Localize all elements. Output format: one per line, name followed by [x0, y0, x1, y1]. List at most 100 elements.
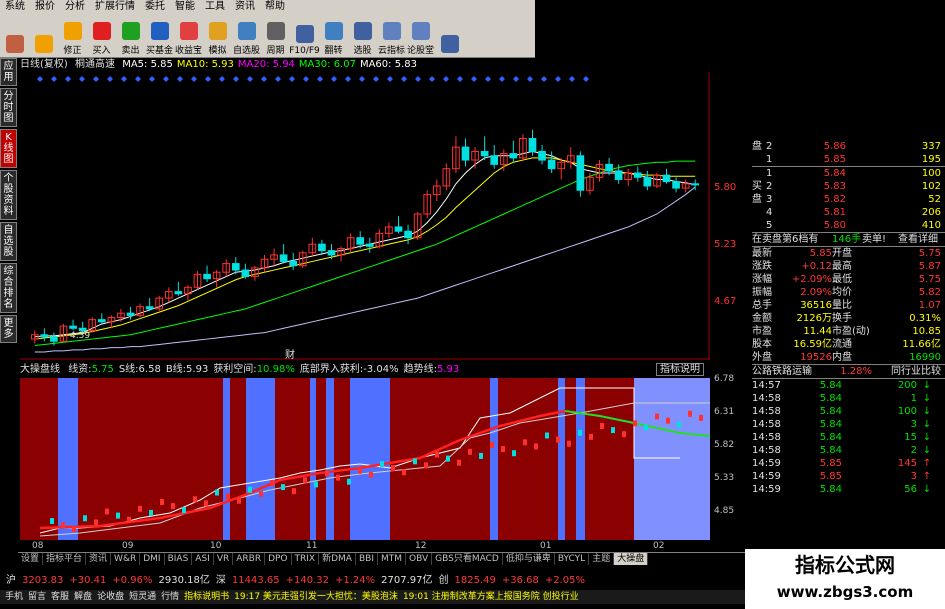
indicator-tab[interactable]: 资讯: [86, 553, 112, 565]
toolbar-button[interactable]: 修正: [58, 14, 87, 58]
sell-order-button[interactable]: 卖单!: [862, 233, 898, 246]
status-item[interactable]: 19:01 注册制改革方案上报国务院 创投行业: [403, 590, 579, 604]
menu-item[interactable]: 帮助: [260, 0, 290, 14]
toolbar-button[interactable]: 收益宝: [174, 14, 203, 58]
menu-item[interactable]: 分析: [60, 0, 90, 14]
stock-name: 桐通高速: [75, 59, 115, 70]
menu-item[interactable]: 智能: [170, 0, 200, 14]
toolbar-button[interactable]: 模拟: [203, 14, 232, 58]
quote-cell: 最高: [832, 261, 852, 272]
sidebar-tab[interactable]: K线图: [0, 129, 17, 168]
menu-item[interactable]: 委托: [140, 0, 170, 14]
sidebar-tab[interactable]: 分时图: [0, 88, 17, 127]
menu-item[interactable]: 扩展行情: [90, 0, 140, 14]
peer-compare-button[interactable]: 同行业比较: [872, 365, 941, 378]
status-item[interactable]: 指标说明书: [184, 590, 229, 604]
toolbar-button[interactable]: 周期: [261, 14, 290, 58]
sidebar-tab[interactable]: 综合排名: [0, 263, 17, 313]
indicator-tab[interactable]: BIAS: [165, 553, 193, 565]
quote-cell: 36516: [800, 300, 832, 311]
status-item[interactable]: 解盘: [74, 590, 92, 604]
sidebar-tab[interactable]: 应用: [0, 58, 17, 86]
indicator-tab[interactable]: TRIX: [292, 553, 320, 565]
indicator-tab[interactable]: W&R: [111, 553, 141, 565]
toolbar-button[interactable]: 选股: [348, 14, 377, 58]
quote-cell: 14:58: [752, 393, 781, 404]
signal-marker: [457, 76, 463, 82]
view-detail-button[interactable]: 查看详细: [898, 233, 941, 246]
menu-item[interactable]: 报价: [30, 0, 60, 14]
toolbar-button[interactable]: 自选股: [232, 14, 261, 58]
quote-cell: 14:59: [752, 484, 781, 495]
menu-item[interactable]: 系统: [0, 0, 30, 14]
quote-cell: 2: [766, 181, 773, 192]
sidebar-tab[interactable]: 个股资料: [0, 170, 17, 220]
indicator-tab[interactable]: 指标平台: [43, 553, 87, 565]
indicator-tab[interactable]: GBS只看MACD: [432, 553, 503, 565]
indicator-tab[interactable]: MTM: [378, 553, 407, 565]
candlestick-chart[interactable]: 4.39 财: [20, 72, 710, 360]
x-tick: 02: [653, 541, 665, 551]
toolbar-label: 模拟: [208, 46, 227, 56]
indicator-tab[interactable]: 大操盘: [614, 553, 649, 565]
indicator-tab[interactable]: BBI: [356, 553, 378, 565]
quote-row: 买盘 2 5.83 102: [752, 180, 945, 205]
status-item[interactable]: 手机: [5, 590, 23, 604]
indicator-tab[interactable]: VR: [214, 553, 234, 565]
signal-marker: [219, 76, 225, 82]
indicator-bar: [347, 478, 351, 485]
candle-body: [480, 150, 489, 157]
quote-cell: 5.85: [819, 458, 842, 469]
quote-cell: 涨跌: [752, 261, 772, 272]
sidebar-tab[interactable]: 更多: [0, 315, 17, 343]
indicator-tab[interactable]: DPO: [265, 553, 292, 565]
indicator-tab[interactable]: OBV: [406, 553, 433, 565]
indicator-value: 5.75: [91, 364, 114, 375]
toolbar-button[interactable]: [435, 14, 464, 58]
sidebar-tab[interactable]: 自选股: [0, 222, 17, 261]
indicator-tab[interactable]: BYCYL: [555, 553, 590, 565]
status-item[interactable]: 短灵通: [129, 590, 156, 604]
status-item[interactable]: 行情: [161, 590, 179, 604]
quote-row: 3 5.82 52: [752, 193, 945, 206]
status-item[interactable]: 19:17 美元走强引发一大担忧：美股泡沫: [234, 590, 398, 604]
toolbar-button[interactable]: [0, 14, 29, 58]
candle-body: [365, 243, 374, 247]
sector-name[interactable]: 公路铁路运输: [752, 365, 832, 378]
status-item[interactable]: 论收盘: [97, 590, 124, 604]
signal-marker: [331, 76, 337, 82]
quote-cell: 100: [921, 168, 941, 179]
toolbar-button[interactable]: 买基金: [145, 14, 174, 58]
indicator-help-button[interactable]: 指标说明: [656, 363, 704, 376]
indicator-tab[interactable]: ARBR: [233, 553, 266, 565]
indicator-bar: [677, 421, 681, 428]
toolbar-button[interactable]: [29, 14, 58, 58]
toolbar-button[interactable]: 论股堂: [406, 14, 435, 58]
menu-item[interactable]: 资讯: [230, 0, 260, 14]
indicator-chart[interactable]: [20, 378, 710, 540]
status-item[interactable]: 留言: [28, 590, 46, 604]
indicator-label: 底部界入获利:: [299, 364, 364, 375]
status-item[interactable]: 客服: [51, 590, 69, 604]
menu-item[interactable]: 工具: [200, 0, 230, 14]
toolbar-button[interactable]: 云指标: [377, 14, 406, 58]
indicator-tab[interactable]: 低抑与谦卑: [503, 553, 555, 565]
quote-cell: 10.85: [912, 326, 941, 337]
indicator-tab[interactable]: 新DMA: [319, 553, 356, 565]
indicator-tab[interactable]: 设置: [18, 553, 44, 565]
signal-marker: [121, 76, 127, 82]
indicator-tab[interactable]: DMI: [140, 553, 165, 565]
quote-cell: 流通: [832, 339, 852, 350]
indicator-tab[interactable]: 主题: [589, 553, 615, 565]
toolbar-button[interactable]: 买入: [87, 14, 116, 58]
toolbar-button[interactable]: 翻转: [319, 14, 348, 58]
forum-icon: [411, 22, 430, 40]
ma-line: [34, 150, 696, 338]
indicator-bar: [149, 509, 153, 516]
toolbar-button[interactable]: 卖出: [116, 14, 145, 58]
quote-panel: 盘 2 5.86 337 1 5.85 195 1 5.84 100 买盘 2 5.83 102 3 5.82…: [752, 140, 945, 550]
up-arrow-icon: ↑: [922, 471, 932, 482]
quote-cell: 14:58: [752, 432, 781, 443]
indicator-tab[interactable]: ASI: [192, 553, 214, 565]
toolbar-button[interactable]: F10/F9: [289, 14, 320, 58]
